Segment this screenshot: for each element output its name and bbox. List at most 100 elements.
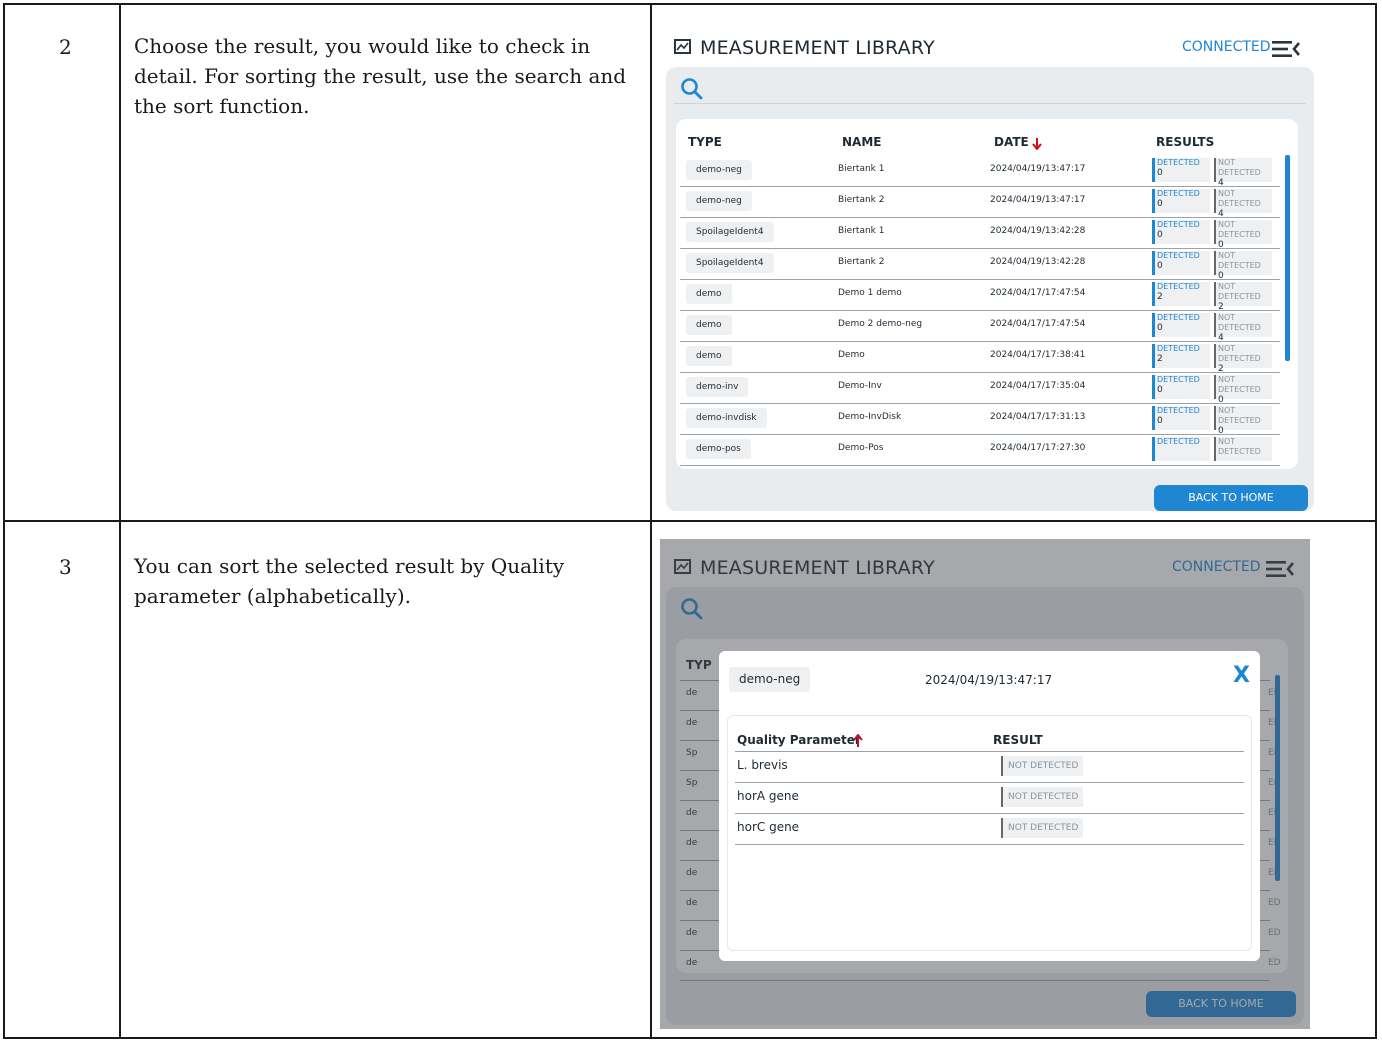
name-cell: Demo [838,350,865,360]
scrollbar[interactable] [1285,155,1290,361]
step-number: 3 [59,555,72,579]
table-row[interactable]: demo Demo 1 demo 2024/04/17/17:47:54 DETECT… [680,279,1280,312]
parameter-row[interactable]: horA gene NOT DETECTED [735,783,1244,814]
chart-icon [674,39,691,54]
not-detected-label: NOT DETECTED [1218,282,1261,301]
detected-count: 0 [1157,323,1163,333]
close-button[interactable]: X [1233,663,1250,688]
not-detected-label: NOT DETECTED [1218,375,1261,394]
parameter-name: horA gene [737,789,799,803]
not-detected-label: NOT DETECTED [1218,189,1261,208]
detected-label: DETECTED [1157,406,1200,415]
measurement-date: 2024/04/19/13:47:17 [925,673,1053,687]
detected-count: 0 [1157,385,1163,395]
date-cell: 2024/04/19/13:42:28 [990,257,1086,267]
menu-icon[interactable] [1272,39,1300,59]
table-row[interactable]: demo Demo 2024/04/17/17:38:41 DETECTED 2 NOT … [680,341,1280,374]
sort-ascending-icon[interactable] [853,732,863,751]
date-cell: 2024/04/17/17:38:41 [990,350,1086,360]
table-row[interactable]: SpoilageIdent4 Biertank 2 2024/04/19/13:42… [680,248,1280,281]
search-icon[interactable] [680,77,704,101]
instruction-table: 2 Choose the result, you would like to c… [3,3,1377,1039]
page-title: MEASUREMENT LIBRARY [700,37,935,59]
not-detected-result: NOT DETECTED 0 [1214,220,1272,250]
not-detected-result: NOT DETECTED 0 [1214,375,1272,405]
detected-result: DETECTED 0 [1152,189,1210,213]
column-date[interactable]: DATE [994,135,1029,149]
not-detected-label: NOT DETECTED [1218,158,1261,177]
date-cell: 2024/04/17/17:35:04 [990,381,1086,391]
step-description: Choose the result, you would like to che… [134,34,627,118]
not-detected-label: NOT DETECTED [1218,406,1261,425]
type-chip: demo-inv [686,377,749,397]
not-detected-label: NOT DETECTED [1218,313,1261,332]
step-description: You can sort the selected result by Qual… [134,554,565,608]
name-cell: Demo-Pos [838,443,884,453]
parameter-result: NOT DETECTED [1001,756,1084,776]
table-row[interactable]: demo-invdisk Demo-InvDisk 2024/04/17/17:31… [680,403,1280,436]
column-type[interactable]: TYPE [688,135,722,149]
type-chip: SpoilageIdent4 [686,253,774,273]
column-result[interactable]: RESULT [993,733,1043,747]
detected-count: 0 [1157,416,1163,426]
table-row[interactable]: demo-neg Biertank 2 2024/04/19/13:47:17 DET… [680,186,1280,219]
type-chip: demo-invdisk [686,408,767,428]
step-number: 2 [59,35,72,59]
table-row[interactable]: SpoilageIdent4 Biertank 1 2024/04/19/13:42… [680,217,1280,250]
row-divider [5,520,1375,522]
measurement-list: TYPE NAME DATE RESULTS demo-neg Biertank … [676,119,1298,469]
name-cell: Demo-Inv [838,381,882,391]
parameter-name: horC gene [737,820,800,834]
table-row[interactable]: demo-pos Demo-Pos 2024/04/17/17:27:30 DETEC… [680,434,1280,466]
column-results[interactable]: RESULTS [1156,135,1214,149]
detected-result: DETECTED 2 [1152,282,1210,306]
detected-result: DETECTED 0 [1152,251,1210,275]
measurement-type-chip: demo-neg [729,667,811,692]
not-detected-result: NOT DETECTED 2 [1214,344,1272,374]
sort-descending-icon[interactable] [1032,135,1042,154]
column-quality-parameter[interactable]: Quality Parameter [737,733,861,747]
table-row[interactable]: demo Demo 2 demo-neg 2024/04/17/17:47:54 DE… [680,310,1280,343]
date-cell: 2024/04/17/17:47:54 [990,319,1086,329]
library-screen: MEASUREMENT LIBRARY CONNECTED TYPE NAME … [660,19,1320,515]
detected-label: DETECTED [1157,375,1200,384]
detected-result: DETECTED 0 [1152,406,1210,430]
parameter-row[interactable]: horC gene NOT DETECTED [735,814,1244,845]
name-cell: Demo 1 demo [838,288,902,298]
name-cell: Biertank 2 [838,257,885,267]
type-chip: demo [686,284,732,304]
detected-label: DETECTED [1157,251,1200,260]
detected-count: 2 [1157,354,1163,364]
detected-count: 0 [1157,199,1163,209]
date-cell: 2024/04/19/13:47:17 [990,164,1086,174]
detail-screen: MEASUREMENT LIBRARY CONNECTED TYPdeEDdeE… [660,539,1310,1029]
date-cell: 2024/04/17/17:27:30 [990,443,1086,453]
parameter-table: Quality Parameter RESULT L. brevis NOT DE… [727,715,1252,951]
column-name[interactable]: NAME [842,135,881,149]
date-cell: 2024/04/19/13:47:17 [990,195,1086,205]
connection-status: CONNECTED [1182,39,1271,55]
detail-modal: demo-neg 2024/04/19/13:47:17 X Quality P… [719,651,1260,961]
detected-count: 2 [1157,292,1163,302]
type-chip: SpoilageIdent4 [686,222,774,242]
name-cell: Biertank 2 [838,195,885,205]
date-cell: 2024/04/19/13:42:28 [990,226,1086,236]
not-detected-result: NOT DETECTED 4 [1214,189,1272,219]
not-detected-result: NOT DETECTED 0 [1214,406,1272,436]
parameter-name: L. brevis [737,758,788,772]
table-row[interactable]: demo-invDemo-Inv2024/04/17/17:35:04!DETE… [680,372,1280,405]
detected-result: DETECTED 2 [1152,344,1210,368]
type-chip: demo [686,346,732,366]
detected-label: DETECTED [1157,282,1200,291]
not-detected-result: NOT DETECTED 0 [1214,251,1272,281]
detected-label: DETECTED [1157,344,1200,353]
table-row[interactable]: demo-neg Biertank 1 2024/04/19/13:47:17 DET… [680,155,1280,188]
back-to-home-button[interactable]: BACK TO HOME [1154,485,1308,511]
not-detected-label: NOT DETECTED [1218,437,1261,456]
detected-result: DETECTED 0 [1152,220,1210,244]
search-divider [674,103,1306,104]
type-chip: demo-neg [686,160,752,180]
detected-result: DETECTED 0 [1152,313,1210,337]
parameter-result: NOT DETECTED [1001,818,1084,838]
parameter-row[interactable]: L. brevis NOT DETECTED [735,752,1244,783]
